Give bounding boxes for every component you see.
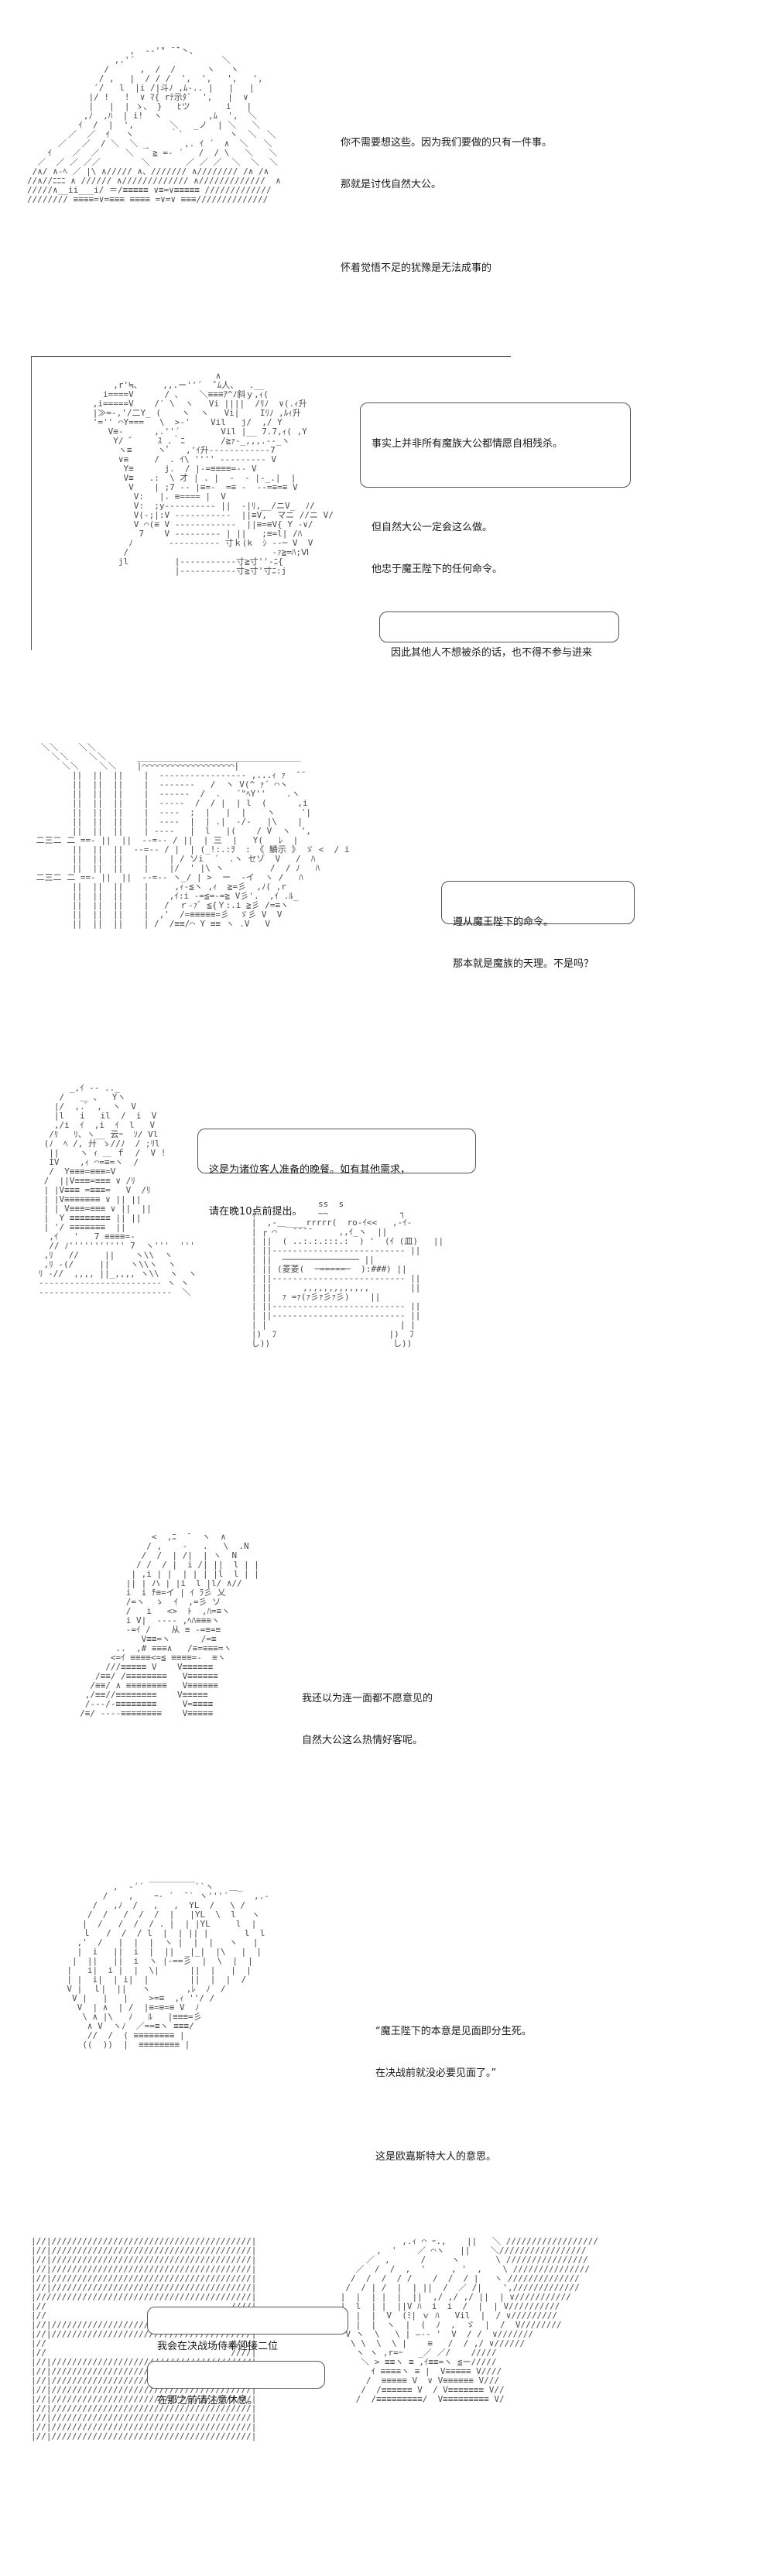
speech-bubble: 因此其他人不想被杀的话，也不得不参与进来 (379, 611, 619, 659)
dialogue-line: 你不需要想这些。因为我们要做的只有一件事。 (341, 137, 553, 149)
dialogue-1: 你不需要想这些。因为我们要做的只有一件事。 那就是讨伐自然大公。 怀着觉悟不足的… (341, 108, 552, 303)
character-ascii-art: < ,ﾆ ̄ ヽ ∧ / , - . \ .N / / | /| | ヽ N /… (80, 1532, 259, 1718)
panel-5: < ,ﾆ ̄ ヽ ∧ / , - . \ .N / / | /| | ヽ N /… (0, 1517, 774, 1842)
panel-3: ＼＼ ＼＼ ＼＼ ＼＼ ____________________________… (0, 743, 774, 1053)
bubble-line: 我会在决战场侍奉迎接二位 (157, 2341, 279, 2352)
speech-bubble: 遵从魔王陛下的命令。 那本就是魔族的天理。不是吗？ (441, 881, 635, 970)
dialogue-line: 自然大公这么热情好客呢。 (302, 1735, 423, 1746)
dialogue-line (341, 220, 552, 234)
bubble-text: 事实上并非所有魔族大公都情愿自相残杀。 但自然大公一定会这么做。 他忠于魔王陛下… (372, 409, 619, 605)
panel-2: ∧ ,r'≒、 ,,.ー''´ ̄`ﾑ人、 .__ i====V / ､ ＼≡≡… (0, 356, 774, 712)
panel-1: , -‐'" ̄ ̄`丶、 ,.'´ ＼ / , / / ヽ ヽ / , | /… (0, 31, 774, 325)
panel-6: _________ , ‐´´ ``ヽ ＿_ / , ｰ‐ ´ ̄ ` ヽ'''… (0, 1873, 774, 2198)
panel-frame-left (31, 356, 32, 650)
speech-bubble: 在那之前请注意休息。 (147, 2361, 325, 2406)
bubble-text: 在那之前请注意休息。 (157, 2366, 315, 2436)
bubble-line: 因此其他人不想被杀的话，也不得不参与进来 (391, 647, 593, 659)
bubble-line: 事实上并非所有魔族大公都情愿自相残杀。 (372, 438, 563, 450)
bubble-text: 遵从魔王陛下的命令。 那本就是魔族的天理。不是吗？ (453, 888, 623, 999)
dialogue-5: 我还以为连一面都不愿意见的 自然大公这么热情好客呢。 (302, 1664, 433, 1776)
speech-bubble: 我会在决战场侍奉迎接二位 (147, 2307, 348, 2352)
bubble-line: 那本就是魔族的天理。不是吗？ (453, 958, 594, 970)
bubble-line: 在那之前请注意休息。 (157, 2395, 259, 2406)
panel-7: |//|////////////////////////////////////… (0, 2237, 774, 2570)
dialogue-line: 我还以为连一面都不愿意见的 (302, 1693, 433, 1704)
background-ascii-art: ＼＼ ＼＼ ＼＼ ＼＼ ____________________________… (36, 743, 350, 929)
bubble-line: 这是为诸位客人准备的晚餐。如有其他需求， (209, 1164, 411, 1176)
dialogue-line: 这是欧嘉斯特大人的意思。 (375, 2151, 497, 2163)
dialogue-6: “魔王陛下的本意是见面即分生死。 在决战前就没必要见面了。” 这是欧嘉斯特大人的… (375, 1997, 532, 2192)
dialogue-line: 那就是讨伐自然大公。 (341, 179, 442, 190)
panel-frame-top (31, 356, 511, 357)
dialogue-line (375, 2108, 532, 2122)
character-ascii-art: ,.ｨ ⌒ ｰ., || ＼ ////////////////// , ' ／ … (340, 2237, 598, 2404)
character-ascii-art: _,ｲ ‐‐ .._ / ＿ 、 Yヽ |/ ,. ゙ , ヽ V |l i i… (39, 1084, 197, 1297)
dialogue-line: 在决战前就没必要见面了。” (375, 2067, 497, 2079)
bubble-line: 遵从魔王陛下的命令。 (453, 916, 554, 928)
dialogue-line: 怀着觉悟不足的犹豫是无法成事的 (341, 262, 492, 274)
character-ascii-art: _________ , ‐´´ ``ヽ ＿_ / , ｰ‐ ´ ̄ ` ヽ'''… (67, 1873, 269, 2050)
panel-4: _,ｲ ‐‐ .._ / ＿ 、 Yヽ |/ ,. ゙ , ヽ V |l i i… (0, 1084, 774, 1486)
bubble-line (372, 479, 619, 493)
bubble-line: 他忠于魔王陛下的任何命令。 (372, 564, 503, 575)
speech-bubble: 事实上并非所有魔族大公都情愿自相残杀。 但自然大公一定会这么做。 他忠于魔王陛下… (360, 402, 631, 575)
character-ascii-art: , -‐'" ̄ ̄`丶、 ,.'´ ＼ / , / / ヽ ヽ / , | /… (27, 46, 281, 204)
dialogue-line: “魔王陛下的本意是见面即分生死。 (375, 2026, 532, 2037)
bubble-line: 但自然大公一定会这么做。 (372, 522, 493, 533)
speech-bubble: 这是为诸位客人准备的晚餐。如有其他需求， 请在晚10点前提出。 (197, 1129, 476, 1218)
food-cart-ascii-art: ss s ┌ ~~ ┐ | ,-＿____rrrrr( ro‐ｲ<< ,-ｲ‐ … (251, 1199, 444, 1348)
character-ascii-art: ∧ ,r'≒、 ,,.ー''´ ̄`ﾑ人、 .__ i====V / ､ ＼≡≡… (92, 371, 334, 576)
bubble-text: 因此其他人不想被杀的话，也不得不参与进来 (391, 618, 608, 688)
